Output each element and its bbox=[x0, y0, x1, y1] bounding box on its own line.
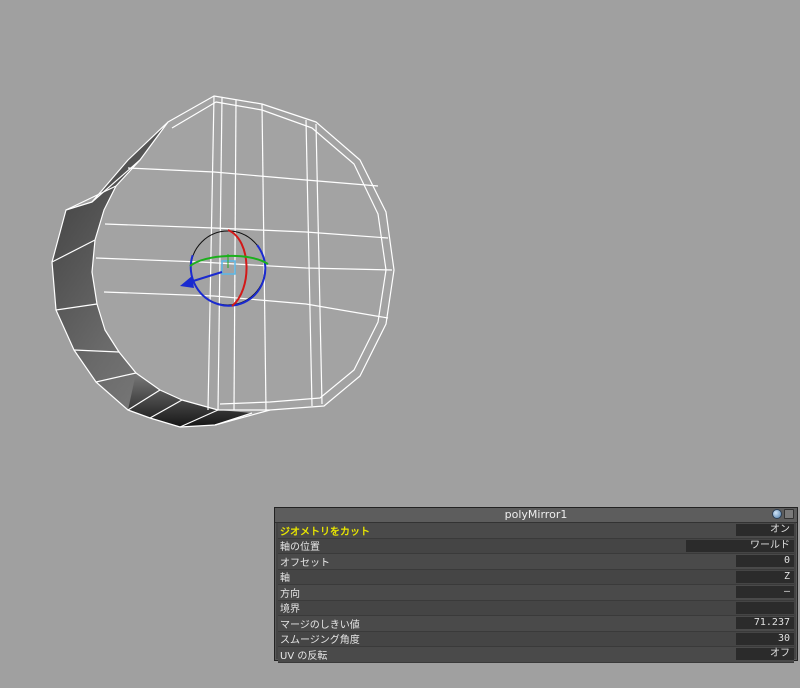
attr-value-smoothing-angle[interactable]: 30 bbox=[736, 632, 794, 645]
attr-label: 境界 bbox=[280, 604, 300, 616]
attr-label: スムージング角度 bbox=[280, 635, 360, 647]
attr-row-flip-uv[interactable]: UV の反転 オフ bbox=[278, 647, 794, 663]
globe-icon[interactable] bbox=[772, 509, 782, 519]
attr-value-direction[interactable]: – bbox=[736, 586, 794, 599]
attr-row-offset[interactable]: オフセット 0 bbox=[278, 554, 794, 570]
attr-row-cut-geometry[interactable]: ジオメトリをカット オン bbox=[278, 523, 794, 539]
attr-value-axis[interactable]: Z bbox=[736, 570, 794, 583]
attr-value-cut-geometry[interactable]: オン bbox=[736, 524, 794, 537]
attr-row-axis-position[interactable]: 軸の位置 ワールド bbox=[278, 538, 794, 554]
attr-label: マージのしきい値 bbox=[280, 619, 360, 631]
attr-label: 軸 bbox=[280, 573, 290, 585]
attr-label: オフセット bbox=[280, 557, 330, 569]
attribute-list: ジオメトリをカット オン 軸の位置 ワールド オフセット 0 軸 Z 方向 – … bbox=[275, 523, 797, 663]
attr-value-offset[interactable]: 0 bbox=[736, 555, 794, 568]
poly-mirror-attribute-panel: polyMirror1 ジオメトリをカット オン 軸の位置 ワールド オフセット… bbox=[274, 507, 798, 663]
attr-value-border[interactable] bbox=[736, 601, 794, 614]
attr-row-direction[interactable]: 方向 – bbox=[278, 585, 794, 601]
attr-label: 軸の位置 bbox=[280, 542, 320, 554]
panel-title-bar: polyMirror1 bbox=[275, 508, 797, 523]
attr-label: UV の反転 bbox=[280, 650, 328, 662]
attr-label: 方向 bbox=[280, 588, 300, 600]
close-box-icon[interactable] bbox=[784, 509, 794, 519]
attr-value-axis-position[interactable]: ワールド bbox=[686, 539, 794, 552]
attr-value-merge-threshold[interactable]: 71.237 bbox=[736, 617, 794, 630]
attr-row-border[interactable]: 境界 bbox=[278, 600, 794, 616]
attr-row-smoothing-angle[interactable]: スムージング角度 30 bbox=[278, 631, 794, 647]
attr-row-axis[interactable]: 軸 Z bbox=[278, 569, 794, 585]
attr-row-merge-threshold[interactable]: マージのしきい値 71.237 bbox=[278, 616, 794, 632]
attr-value-flip-uv[interactable]: オフ bbox=[736, 648, 794, 661]
attr-label: ジオメトリをカット bbox=[280, 526, 370, 538]
panel-title: polyMirror1 bbox=[504, 508, 568, 521]
